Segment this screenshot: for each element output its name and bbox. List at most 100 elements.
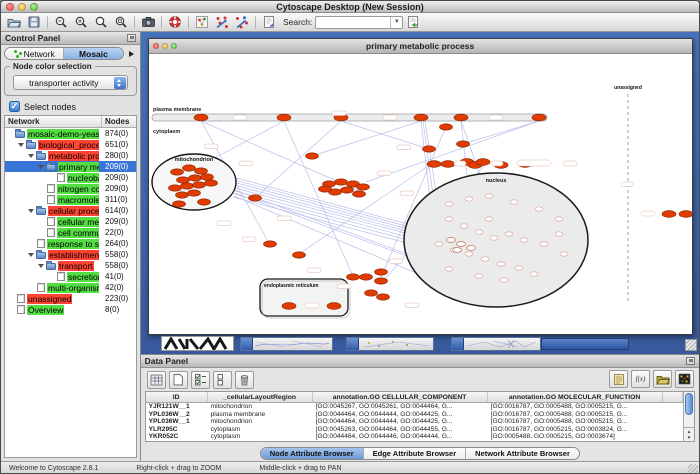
tree-row[interactable]: metabolic process280(0) (5, 150, 136, 161)
node-color-select[interactable]: transporter activity (13, 75, 128, 90)
help-button[interactable] (165, 14, 185, 31)
tree-row[interactable]: establishment of lo558(0) (5, 249, 136, 260)
column-header[interactable]: annotation.GO CELLULAR_COMPONENT (313, 392, 488, 402)
search-field[interactable]: ▼ (315, 16, 403, 29)
minimized-window[interactable] (451, 337, 541, 351)
unassigned-region: unassigned (614, 85, 642, 304)
column-header[interactable]: ID (146, 392, 208, 402)
tree-row-selected[interactable]: primary metabo209(0) (5, 161, 136, 172)
tab-edge-attribute-browser[interactable]: Edge Attribute Browser (364, 448, 466, 459)
delete-attribute-button[interactable] (235, 371, 254, 389)
tree-count: 223(0) (105, 293, 128, 304)
table-row[interactable]: YLR295Ccytoplasm[GO:0045263, GO:0044464,… (146, 426, 683, 434)
open-file-button[interactable] (4, 14, 24, 31)
layout-button-1[interactable] (212, 14, 232, 31)
window-controls (6, 3, 38, 11)
column-header[interactable]: _cellularLayoutRegion (208, 392, 313, 402)
table-scrollbar[interactable]: ▲▼ (683, 392, 694, 441)
more-tabs-arrow-icon[interactable] (126, 47, 137, 60)
select-attributes-button[interactable] (191, 371, 210, 389)
tree-label: unassigned (27, 294, 72, 304)
zoom-selected-button[interactable] (91, 14, 111, 31)
minimize-icon[interactable] (162, 43, 168, 49)
annotation-button[interactable] (259, 14, 279, 31)
scrollbar-buttons[interactable]: ▲▼ (684, 427, 694, 441)
float-panel-icon[interactable] (127, 34, 136, 42)
tree-row[interactable]: biological_process651(0) (5, 139, 136, 150)
float-panel-icon[interactable] (686, 357, 695, 365)
tree-row[interactable]: multi-organism pro42(0) (5, 282, 136, 293)
search-input[interactable] (316, 18, 390, 27)
minimized-network-thumbnail[interactable] (161, 336, 234, 351)
matrix-view-button[interactable] (675, 370, 694, 388)
tree-row[interactable]: cellular process614(0) (5, 205, 136, 216)
snapshot-button[interactable] (138, 14, 158, 31)
column-header[interactable]: annotation.GO MOLECULAR_FUNCTION (488, 392, 663, 402)
window-resize-grip[interactable] (688, 464, 698, 474)
attribute-editor-button[interactable] (609, 370, 628, 388)
network-graph[interactable]: plasma membrane cytoplasm mitochondrion (149, 54, 692, 334)
unselect-attributes-button[interactable] (213, 371, 232, 389)
table-row[interactable]: YJR121W__1mitochondrion[GO:0045267, GO:0… (146, 403, 683, 411)
table-row[interactable]: YPL036W__2plasma membrane[GO:0044464, GO… (146, 411, 683, 419)
zoom-window-icon[interactable] (30, 3, 38, 11)
minimize-icon[interactable] (18, 3, 26, 11)
tree-row[interactable]: secretion41(0) (5, 271, 136, 282)
attribute-table-body[interactable]: ID _cellularLayoutRegion annotation.GO C… (146, 392, 683, 441)
minimized-window[interactable] (240, 337, 333, 351)
new-attribute-button[interactable] (169, 371, 188, 389)
tree-row[interactable]: nucleobase-209(0) (5, 172, 136, 183)
chevron-down-icon[interactable]: ▼ (390, 17, 402, 28)
expand-triangle-icon[interactable] (28, 253, 34, 257)
formula-builder-button[interactable]: f(x) (631, 370, 650, 388)
tree-column-nodes[interactable]: Nodes (102, 116, 136, 127)
network-view-window[interactable]: primary metabolic process (148, 38, 693, 335)
zoom-in-button[interactable] (71, 14, 91, 31)
expand-triangle-icon[interactable] (28, 209, 34, 213)
scrollbar-thumb[interactable] (685, 393, 693, 415)
table-row[interactable]: YDR039C__1mitochondrion[GO:0044464, GO:0… (146, 441, 683, 442)
close-icon[interactable] (6, 3, 14, 11)
tree-column-network[interactable]: Network (5, 116, 102, 127)
expand-triangle-icon[interactable] (38, 264, 44, 268)
tree-row[interactable]: cellular metabo209(0) (5, 216, 136, 227)
tree-row[interactable]: mosaic-demo-yeast874(0) (5, 128, 136, 139)
tree-row[interactable]: response to stimulu264(0) (5, 238, 136, 249)
tree-row[interactable]: transport558(0) (5, 260, 136, 271)
tree-count: 874(0) (105, 128, 128, 139)
vizmapper-button[interactable] (192, 14, 212, 31)
save-button[interactable] (24, 14, 44, 31)
scroll-down-icon[interactable]: ▼ (687, 435, 691, 441)
table-row[interactable]: YKR052Ccytoplasm[GO:0044464, GO:0044446,… (146, 433, 683, 441)
page-import-icon (406, 15, 420, 29)
tree-row[interactable]: nitrogen compo209(0) (5, 183, 136, 194)
expand-triangle-icon[interactable] (18, 143, 24, 147)
tab-node-attribute-browser[interactable]: Node Attribute Browser (261, 448, 364, 459)
desktop-resize-grip[interactable] (685, 339, 697, 351)
zoom-window-icon[interactable] (171, 43, 177, 49)
zoom-out-button[interactable] (51, 14, 71, 31)
layout-button-2[interactable] (232, 14, 252, 31)
minimized-window-bar[interactable] (541, 338, 629, 350)
network-view-titlebar[interactable]: primary metabolic process (149, 39, 692, 54)
tree-row[interactable]: unassigned 223(0) (5, 293, 136, 304)
attribute-table-button[interactable] (147, 371, 166, 389)
close-icon[interactable] (153, 43, 159, 49)
import-annotation-button[interactable] (403, 14, 423, 31)
select-nodes-checkbox[interactable]: ✓ (9, 101, 20, 112)
expand-triangle-icon[interactable] (28, 154, 34, 158)
tab-network-attribute-browser[interactable]: Network Attribute Browser (466, 448, 579, 459)
expand-triangle-icon[interactable] (38, 165, 44, 169)
import-attributes-button[interactable] (653, 370, 672, 388)
network-canvas[interactable]: plasma membrane cytoplasm mitochondrion (149, 54, 692, 334)
minimized-window[interactable] (346, 337, 434, 351)
title-bar[interactable]: Cytoscape Desktop (New Session) (1, 1, 699, 13)
zoom-fit-button[interactable] (111, 14, 131, 31)
tab-mosaic[interactable]: Mosaic (64, 48, 122, 59)
tree-row[interactable]: Overview8(0) (5, 304, 136, 315)
tree-row[interactable]: macromolecule311(0) (5, 194, 136, 205)
table-row[interactable]: YPL036W__1mitochondrion[GO:0044464, GO:0… (146, 418, 683, 426)
select-stepper-icon[interactable] (114, 77, 126, 89)
tab-network[interactable]: Network (5, 48, 64, 59)
tree-row[interactable]: cell communicat22(0) (5, 227, 136, 238)
